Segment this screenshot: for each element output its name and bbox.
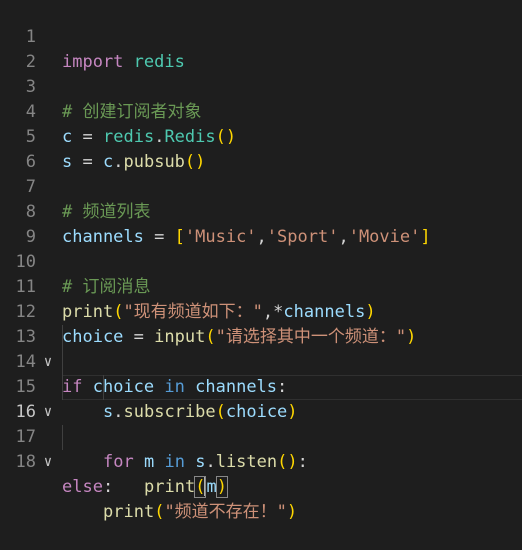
bracket: (	[154, 502, 165, 522]
bracket: )	[215, 476, 228, 498]
code-line-4[interactable]: 4 c = redis.Redis()	[0, 75, 522, 147]
code-line-14[interactable]: 14 s.subscribe(choice)	[0, 325, 522, 422]
chevron-down-icon[interactable]: ∨	[40, 450, 56, 475]
indent-guide	[62, 350, 63, 375]
code-line-17[interactable]: 17 ∨ else:	[0, 400, 522, 497]
code-line-9[interactable]: 9	[0, 200, 522, 247]
code-text[interactable]: print("频道不存在！")	[103, 500, 297, 525]
code-text[interactable]: for m in s.listen():	[103, 450, 308, 475]
code-line-8[interactable]: 8 channels = ['Music','Sport','Movie']	[0, 175, 522, 247]
code-line-7[interactable]: 7 # 频道列表	[0, 150, 522, 222]
code-text[interactable]: else:	[62, 475, 113, 500]
in-keyword: in	[164, 452, 185, 472]
indent-guide	[103, 375, 104, 400]
code-text[interactable]: print(m)	[144, 475, 228, 500]
code-line-2[interactable]: 2	[0, 25, 522, 72]
code-editor[interactable]: 1 import redis 2 3 # 创建订阅者对象 4 c = redis…	[0, 0, 522, 522]
function-name: print	[144, 477, 196, 497]
function-name: print	[103, 502, 155, 522]
code-line-11[interactable]: 11 print("现有频道如下：",*channels)	[0, 250, 522, 322]
code-line-18[interactable]: 18 print("频道不存在！")	[0, 425, 522, 522]
code-line-16[interactable]: 16 print(m)	[0, 375, 522, 498]
line-number: 18	[15, 452, 36, 472]
object: s	[195, 452, 206, 472]
code-line-5[interactable]: 5 s = c.pubsub()	[0, 100, 522, 172]
code-line-15[interactable]: 15 ∨ for m in s.listen():	[0, 350, 522, 472]
code-line-13[interactable]: 13 ∨ if choice in channels:	[0, 300, 522, 397]
bracket: (	[277, 452, 288, 472]
for-keyword: for	[103, 452, 134, 472]
indent-guide	[62, 325, 63, 350]
bracket: )	[287, 452, 298, 472]
code-line-6[interactable]: 6	[0, 125, 522, 172]
code-line-1[interactable]: 1 import redis	[0, 0, 522, 72]
colon: :	[102, 477, 114, 497]
colon: :	[297, 452, 308, 472]
bracket: )	[286, 502, 298, 522]
indent-guide	[62, 425, 63, 450]
code-line-3[interactable]: 3 # 创建订阅者对象	[0, 50, 522, 122]
code-line-12[interactable]: 12 choice = input("请选择其中一个频道：")	[0, 275, 522, 347]
string-literal: "频道不存在！"	[164, 502, 287, 522]
code-line-10[interactable]: 10 # 订阅消息	[0, 225, 522, 297]
argument: m	[206, 477, 217, 497]
function-name: listen	[215, 452, 278, 472]
indent-guide	[62, 375, 63, 400]
variable: m	[143, 452, 155, 472]
else-keyword: else	[62, 477, 103, 497]
